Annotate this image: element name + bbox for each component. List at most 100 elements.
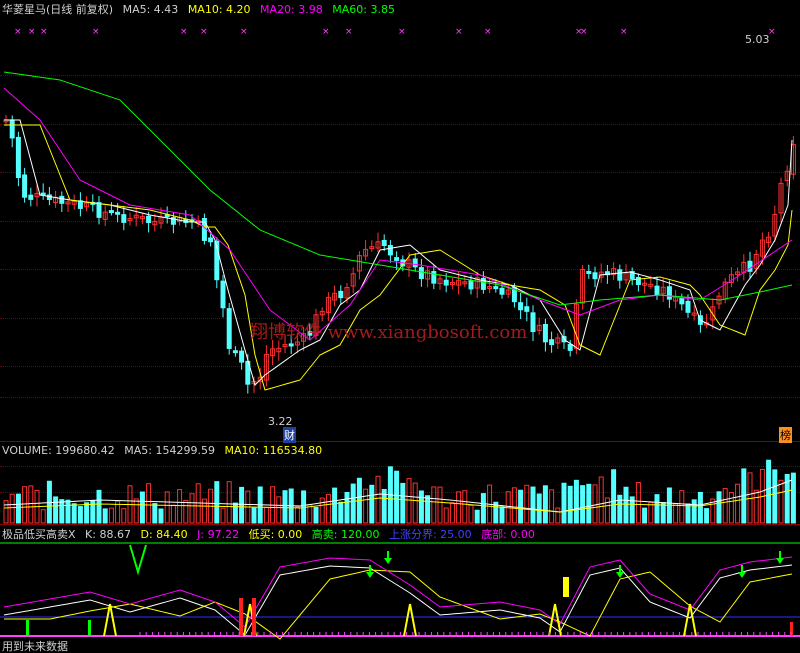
volume-bar [449,502,455,524]
volume-bar [294,506,300,524]
volume-bar [778,479,784,524]
candle-body [493,286,499,290]
signal-marker: × [345,27,353,37]
volume-bar [704,508,710,524]
candle-body [518,302,524,311]
volume-bar [443,507,449,524]
volume-bar [728,492,734,524]
stock-chart-window: 华菱星马(日线 前复权) MA5: 4.43 MA10: 4.20 MA20: … [0,0,800,653]
volume-bar [598,476,604,524]
candle-body [96,202,102,218]
buy-signal-triangle [103,603,117,637]
down-arrow-icon [738,572,746,578]
volume-bar [214,481,220,524]
volume-bar [84,502,90,524]
volume-bar [325,493,331,524]
candle-body [232,350,238,354]
volume-bar [542,485,548,524]
candle-body [418,267,424,280]
volume-bar [319,497,325,524]
volume-bar [350,483,356,524]
signal-marker: × [322,27,330,37]
candle-body [394,257,400,261]
volume-bar [239,486,245,524]
volume-bar [53,496,59,524]
k-line [3,564,793,636]
volume-bar [716,491,722,524]
candle-body [685,300,691,313]
volume-bar [158,508,164,524]
volume-bar [412,482,418,524]
volume-bar [59,499,65,524]
volume-bar [15,493,21,524]
volume-bar [108,507,114,524]
volume-bar [685,503,691,524]
volume-bar [474,509,480,524]
volume-bar [251,507,257,524]
volume-bar [654,494,660,524]
signal-marker: × [398,27,406,37]
candle-body [468,280,474,290]
candle-body [586,270,592,274]
candle-body [146,215,152,224]
volume-bar [425,495,431,524]
volume-bar [580,485,586,524]
volume-bar [642,507,648,524]
cai-badge[interactable]: 财 [283,427,296,443]
volume-bar [338,501,344,524]
volume-bar [722,488,728,524]
volume-bar [555,507,561,524]
candle-body [592,272,598,280]
volume-bar [152,503,158,524]
volume-bar [524,484,530,524]
candle-body [115,211,121,215]
volume-bar [102,508,108,524]
volume-bar [28,485,34,524]
volume-bar [226,481,232,524]
volume-bar [40,509,46,524]
volume-bar [790,472,796,524]
volume-bar [753,489,759,524]
volume-bar [691,499,697,524]
volume-bar [263,506,269,524]
candle-body [381,239,387,247]
volume-bar [673,503,679,524]
future-data-label: 用到未来数据 [2,640,68,653]
volume-bar [530,486,536,524]
candle-body [220,280,226,309]
signal-marker: × [484,27,492,37]
volume-bar [772,469,778,524]
volume-bar [177,489,183,524]
volume-bar [189,493,195,524]
volume-bar [3,500,9,524]
sell-signal-v [129,544,147,576]
volume-bar [96,489,102,524]
volume-bar [561,482,567,524]
d-line [4,569,793,640]
volume-bar [276,496,282,524]
ma60-line [3,71,793,306]
down-arrow-icon [366,572,374,578]
volume-bar [394,470,400,524]
candle-body [567,343,573,351]
signal-marker: × [180,27,188,37]
candle-body [679,297,685,305]
volume-bar [146,483,152,524]
volume-bar [518,489,524,524]
volume-bar [431,486,437,524]
candle-body [288,343,294,347]
candle-body [208,237,214,243]
volume-bar [139,491,145,524]
candle-body [59,195,65,204]
signal-marker: × [580,27,588,37]
volume-bar [697,491,703,524]
candle-body [549,339,555,346]
bang-badge[interactable]: 榜 [779,427,792,443]
volume-bar [511,487,517,524]
volume-bar [183,499,189,524]
ma5-line [4,119,793,386]
candle-body [542,323,548,343]
volume-bar [462,490,468,524]
volume-bar [220,507,226,524]
signal-marker: × [92,27,100,37]
